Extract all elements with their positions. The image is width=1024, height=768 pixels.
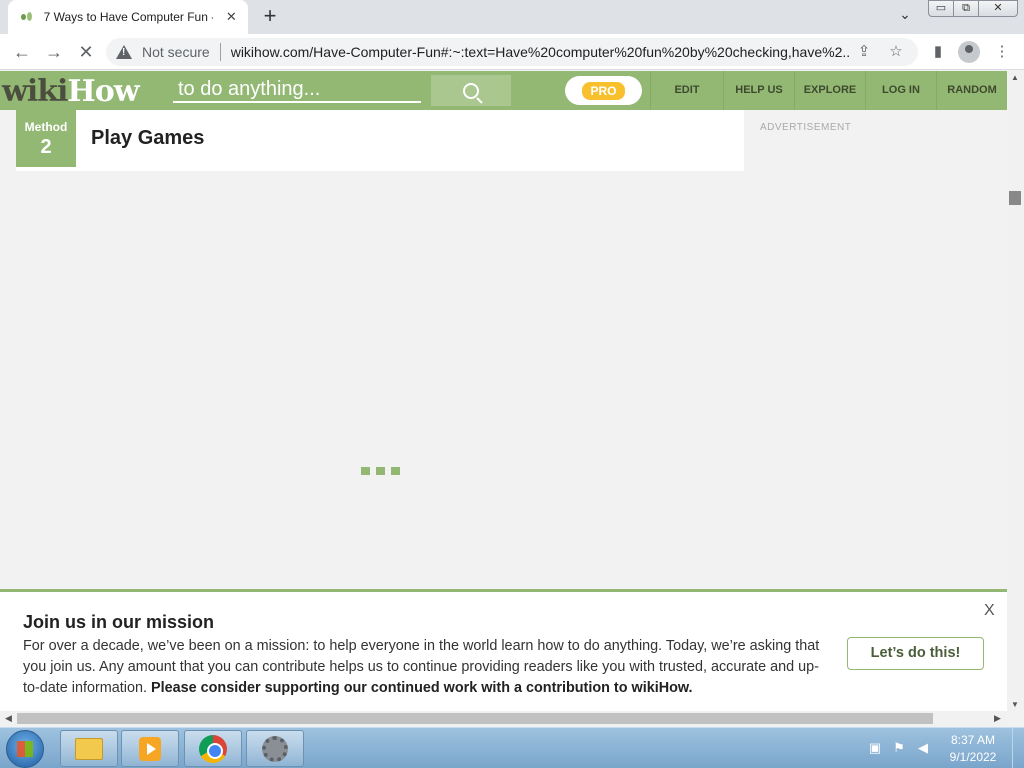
start-button[interactable] [6,730,44,768]
gear-icon [262,735,288,762]
warning-icon[interactable] [116,45,132,59]
scroll-up-arrow-icon[interactable]: ▲ [1011,73,1019,82]
nav-log-in[interactable]: LOG IN [866,71,936,110]
search-input[interactable]: to do anything... [173,77,421,103]
clock-date: 9/1/2022 [949,750,997,764]
scrollbar-thumb[interactable] [1009,191,1021,205]
method-number: 2 [40,136,52,158]
loading-dot [361,467,370,475]
forward-arrow-icon[interactable]: → [42,40,66,64]
method-badge: Method 2 [16,110,76,167]
search-icon [463,82,479,99]
loading-dot [391,467,400,475]
tab-strip: 7 Ways to Have Computer Fun - ✕ + ⌄ ▭ ⧉ … [0,0,1024,34]
clock[interactable]: 8:37 AM 9/1/2022 [940,732,1006,766]
new-tab-button[interactable]: + [258,5,282,29]
bookmark-star-icon[interactable]: ☆ [886,42,906,62]
volume-icon[interactable]: ◀ [914,740,932,756]
advertisement-label: ADVERTISEMENT [760,122,852,133]
wikihow-logo[interactable]: wikiHow [2,74,140,109]
pro-button[interactable]: PRO [565,76,642,105]
omnibox-divider [219,43,221,61]
address-bar[interactable]: Not secure wikihow.com/Have-Computer-Fun… [106,38,918,66]
kebab-menu-icon[interactable]: ⋮ [990,40,1014,64]
stop-loading-icon[interactable]: ✕ [74,40,98,64]
scroll-left-arrow-icon[interactable]: ◀ [5,713,12,724]
action-center-icon[interactable]: ⚑ [890,740,908,756]
show-desktop-button[interactable] [1012,728,1024,768]
system-tray: ▣ ⚑ ◀ [866,740,938,756]
tab-search-chevron-down-icon[interactable]: ⌄ [894,6,916,23]
scroll-down-arrow-icon[interactable]: ▼ [1011,700,1019,709]
banner-body: For over a decade, we’ve been on a missi… [23,638,820,696]
share-icon[interactable]: ⇪ [854,42,874,62]
method-label: Method [24,120,68,134]
wikihow-header: wikiHow to do anything... PRO EDIT HELP … [0,71,1007,110]
method-header-card: Method 2 Play Games [16,110,744,171]
minimize-button[interactable]: ▭ [928,0,954,17]
chrome-icon [199,734,227,763]
profile-avatar-icon[interactable] [958,41,980,63]
taskbar-settings[interactable] [246,730,304,767]
banner-body-bold: Please consider supporting our continued… [151,680,693,696]
scroll-right-arrow-icon[interactable]: ▶ [994,713,1001,724]
loading-indicator [361,467,406,475]
nav-random[interactable]: RANDOM [937,71,1007,110]
side-panel-icon[interactable]: ▮ [926,40,950,64]
search-button[interactable] [431,75,511,106]
banner-close-button[interactable]: X [984,602,995,620]
back-arrow-icon[interactable]: ← [10,40,34,64]
restore-button[interactable]: ⧉ [953,0,979,17]
browser-toolbar: ← → ✕ Not secure wikihow.com/Have-Comput… [0,34,1024,70]
nav-explore[interactable]: EXPLORE [795,71,865,110]
horizontal-scrollbar-thumb[interactable] [17,713,933,724]
clock-time: 8:37 AM [950,733,996,747]
taskbar-media-player[interactable] [121,730,179,767]
loading-dot [376,467,385,475]
windows-taskbar: ▣ ⚑ ◀ 8:37 AM 9/1/2022 [0,727,1024,768]
not-secure-label[interactable]: Not secure [142,44,210,60]
nav-edit[interactable]: EDIT [651,71,723,110]
vertical-scrollbar[interactable]: ▲ ▼ [1007,71,1024,711]
close-tab-icon[interactable]: ✕ [223,9,240,25]
taskbar-chrome[interactable] [184,730,242,767]
media-player-icon [139,736,161,761]
mission-banner: Join us in our mission For over a decade… [0,589,1007,711]
browser-tab[interactable]: 7 Ways to Have Computer Fun - ✕ [8,0,248,34]
url-text[interactable]: wikihow.com/Have-Computer-Fun#:~:text=Ha… [231,44,851,60]
banner-title: Join us in our mission [23,612,215,632]
folder-icon [75,737,103,760]
nav-help-us[interactable]: HELP US [724,71,794,110]
window-controls: ▭ ⧉ ✕ [928,0,1018,17]
wikihow-favicon-icon [20,10,34,24]
network-icon[interactable]: ▣ [866,740,884,756]
pro-badge: PRO [582,81,625,100]
close-window-button[interactable]: ✕ [978,0,1018,17]
contribute-button[interactable]: Let’s do this! [847,637,984,670]
horizontal-scrollbar[interactable]: ◀ ▶ [0,711,1007,727]
method-title: Play Games [91,127,205,149]
taskbar-explorer[interactable] [60,730,118,767]
tab-title: 7 Ways to Have Computer Fun - [43,10,213,24]
